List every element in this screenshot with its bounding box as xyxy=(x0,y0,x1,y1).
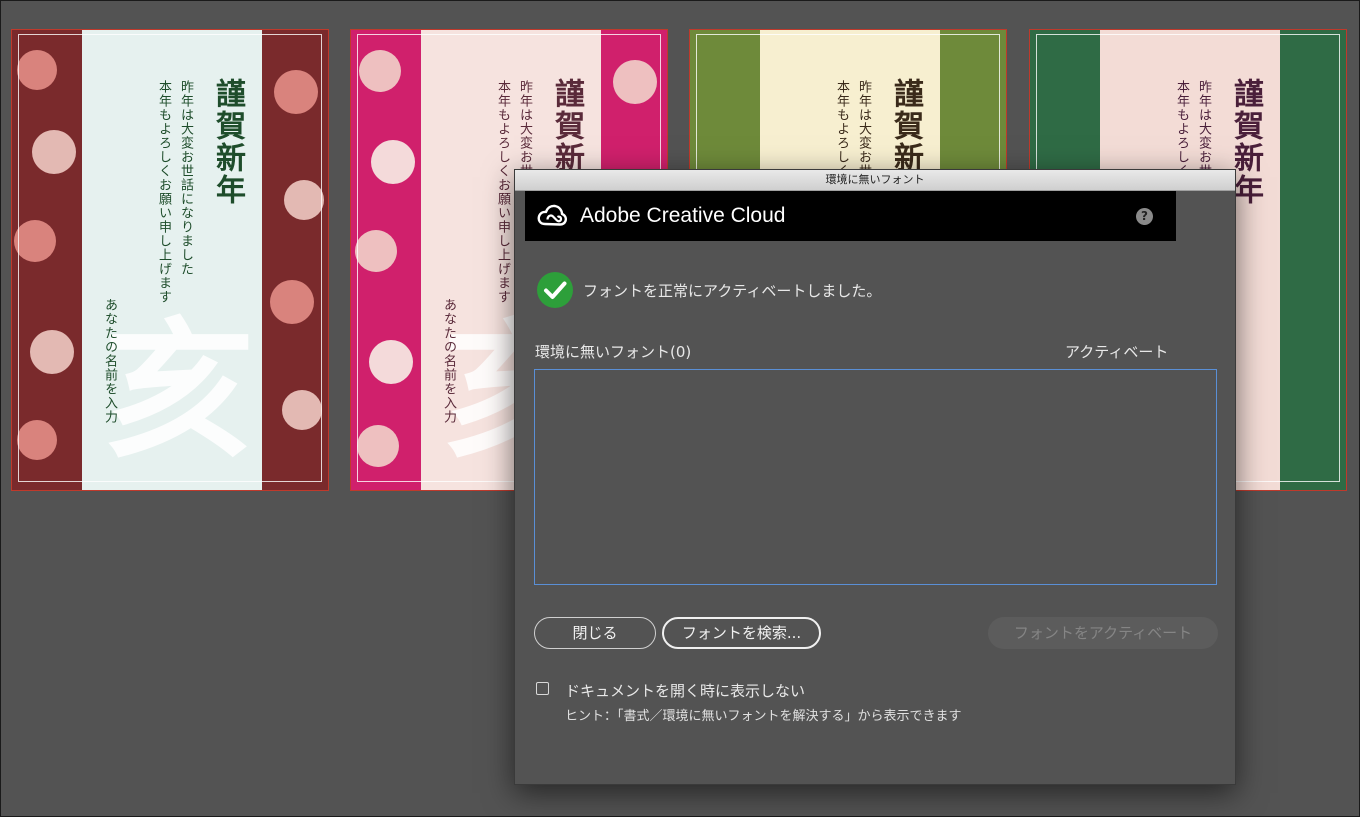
dialog-titlebar[interactable]: 環境に無いフォント xyxy=(515,170,1235,191)
dont-show-label[interactable]: ドキュメントを開く時に表示しない xyxy=(565,680,805,701)
hint-text: ヒント：「書式／環境に無いフォントを解決する」から表示できます xyxy=(565,709,962,724)
missing-fonts-list[interactable] xyxy=(534,369,1217,585)
creative-cloud-icon xyxy=(537,204,567,226)
activate-fonts-button[interactable]: フォントをアクティベート xyxy=(988,617,1218,649)
help-icon[interactable]: ? xyxy=(1136,208,1153,225)
success-message: フォントを正常にアクティベートしました。 xyxy=(583,282,882,300)
missing-fonts-dialog: 環境に無いフォント Adobe Creative Cloud ? フォントを正常… xyxy=(514,169,1236,785)
cc-header: Adobe Creative Cloud ? xyxy=(525,191,1176,241)
cc-header-title: Adobe Creative Cloud xyxy=(580,204,786,227)
dont-show-checkbox[interactable] xyxy=(536,682,549,695)
checkmark-circle-icon xyxy=(537,272,573,308)
close-button[interactable]: 閉じる xyxy=(534,617,656,649)
artboard-card-1[interactable]: 亥 謹賀新年 昨年は大変お世話になりました 本年もよろしくお願い申し上げます あ… xyxy=(11,29,329,491)
missing-fonts-label: 環境に無いフォント(0) xyxy=(535,343,692,361)
card-inner-border xyxy=(18,34,322,482)
find-fonts-button[interactable]: フォントを検索... xyxy=(662,617,821,649)
activate-column-header: アクティベート xyxy=(1065,343,1169,361)
